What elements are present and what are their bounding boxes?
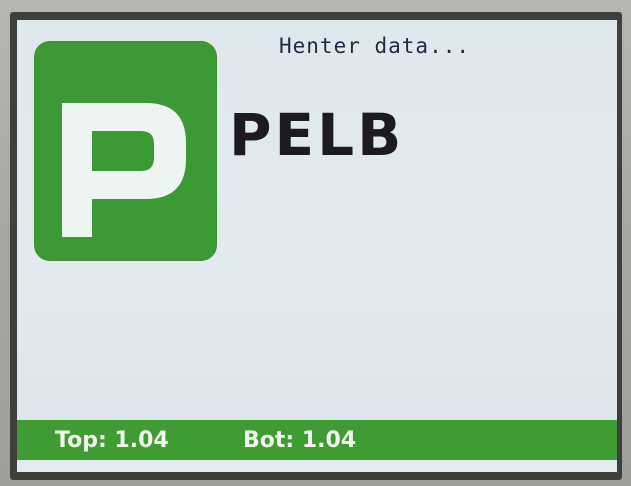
lcd-screen: Henter data... PELB Top: 1.04 Bot: 1.04 [17,20,617,472]
top-readout: Top: 1.04 [55,428,169,453]
loading-status-text: Henter data... [279,34,471,58]
bottom-strip [17,460,617,472]
brand-title: PELB [229,101,405,169]
parking-p-icon [62,103,186,237]
bot-readout: Bot: 1.04 [243,428,357,453]
parking-logo [34,41,217,261]
